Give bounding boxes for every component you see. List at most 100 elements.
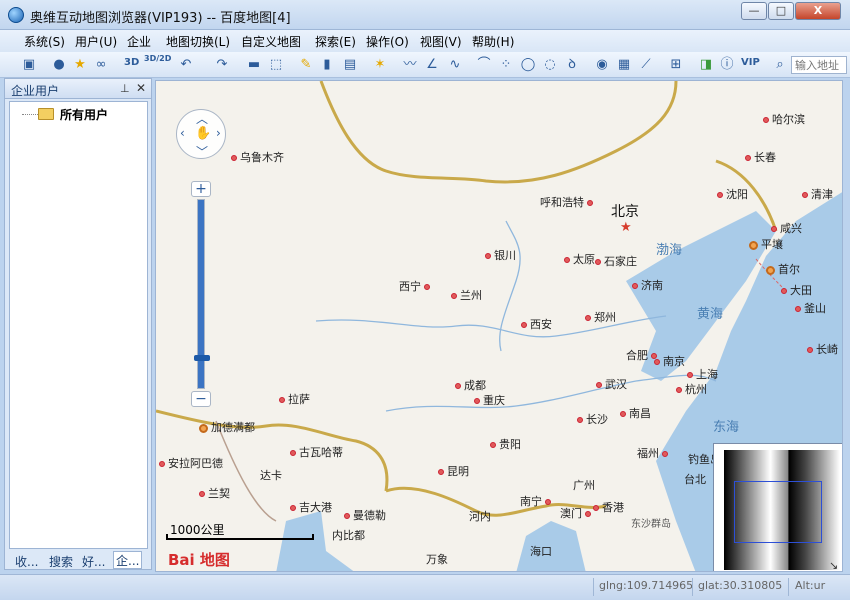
city-label: 石家庄 (592, 253, 637, 269)
city-label: 平壤 (746, 236, 783, 252)
city-label: 南宁 (520, 493, 554, 509)
image-icon[interactable]: ▦ (615, 56, 633, 74)
city-label: 沈阳 (714, 186, 748, 202)
city-label: 澳门 (560, 505, 594, 521)
resize-icon[interactable]: ↘ (829, 559, 838, 571)
user-tree: 所有用户 (9, 101, 148, 549)
mode-3d2d-button[interactable]: 3D/2D (144, 54, 171, 63)
pan-right-icon[interactable]: › (216, 126, 221, 140)
city-label: 贵阳 (487, 436, 521, 452)
delete-icon[interactable]: ▬ (245, 56, 263, 74)
mode-3d-button[interactable]: 3D (124, 57, 139, 68)
pan-down-icon[interactable]: ﹀ (196, 143, 208, 160)
hand-icon[interactable]: ✋ (195, 126, 211, 141)
bridge-icon[interactable]: ⌒ (475, 56, 493, 74)
globe-icon[interactable]: ◉ (593, 56, 611, 74)
map-view[interactable]: ︿ ﹀ ‹ › ✋ + − 乌鲁木齐 呼和浩特 银川 西宁 兰州 太原 石家庄 … (155, 80, 843, 572)
menu-explore[interactable]: 探索(E) (315, 33, 356, 50)
ruler-icon[interactable]: ▮ (318, 56, 336, 74)
zoom-out-button[interactable]: − (191, 391, 211, 407)
user-icon[interactable]: ● (50, 56, 68, 74)
status-glng: glng:109.714965 (599, 579, 694, 592)
menu-system[interactable]: 系统(S) (24, 33, 65, 50)
minimize-button[interactable]: — (741, 2, 767, 20)
curve-icon[interactable]: ∿ (446, 56, 464, 74)
city-label: 万象 (426, 553, 448, 566)
city-label: 安拉阿巴德 (156, 455, 223, 471)
pan-left-icon[interactable]: ‹ (180, 126, 185, 140)
save-icon[interactable]: ▣ (20, 56, 38, 74)
close-button[interactable]: X (795, 2, 841, 20)
pan-up-icon[interactable]: ︿ (196, 110, 208, 127)
maximize-button[interactable]: □ (768, 2, 794, 20)
sea-label: 黄海 (697, 307, 724, 322)
city-label: 大田 (778, 282, 812, 298)
city-label: 西宁 (399, 278, 433, 294)
city-label: 乌鲁木齐 (228, 149, 284, 165)
panel-title: 企业用户 (11, 84, 60, 98)
angle-icon[interactable]: ∠ (423, 56, 441, 74)
status-glat: glat:30.310805 (698, 579, 783, 592)
redo-icon[interactable]: ↷ (213, 56, 231, 74)
city-label: 长沙 (574, 411, 608, 427)
city-label: 香港 (590, 499, 624, 515)
scale-bar (166, 534, 314, 540)
vip-button[interactable]: VIP (741, 57, 760, 68)
binoculars-icon[interactable]: ∞ (92, 56, 110, 74)
select-box-icon[interactable]: ⬚ (267, 56, 285, 74)
pan-control[interactable]: ︿ ﹀ ‹ › ✋ (176, 109, 226, 159)
menu-help[interactable]: 帮助(H) (472, 33, 514, 50)
tree-item-all-users[interactable]: 所有用户 (60, 106, 108, 123)
city-label: 东沙群岛 (631, 519, 671, 530)
zoom-track[interactable] (194, 199, 210, 389)
new-mark-icon[interactable]: ✶ (371, 56, 389, 74)
zoom-in-button[interactable]: + (191, 181, 211, 197)
chat-icon[interactable]: ◨ (697, 56, 715, 74)
pin-icon[interactable]: ⊥ (120, 82, 130, 95)
search-input[interactable] (791, 56, 847, 74)
menu-operation[interactable]: 操作(O) (366, 33, 409, 50)
city-label: 重庆 (471, 392, 505, 408)
eraser-icon[interactable]: ⟋ (637, 56, 655, 74)
zoom-handle[interactable] (194, 355, 210, 361)
city-label: 济南 (629, 277, 663, 293)
city-label: 古瓦哈蒂 (287, 444, 343, 460)
lasso-icon[interactable]: ꝺ (563, 56, 581, 74)
tab-search[interactable]: 搜索 (49, 553, 73, 570)
printer-icon[interactable]: ⊞ (667, 56, 685, 74)
menu-map-switch[interactable]: 地图切换(L) (166, 33, 230, 50)
city-label: 曼德勒 (341, 507, 386, 523)
sea-label: 渤海 (656, 243, 683, 258)
info-icon[interactable]: ⓘ (718, 56, 736, 74)
overview-viewport[interactable] (734, 481, 822, 543)
city-label: 武汉 (593, 376, 627, 392)
panel-close-icon[interactable]: ✕ (136, 81, 146, 95)
tab-enterprise[interactable]: 企... (113, 551, 143, 569)
app-logo-icon (8, 7, 24, 23)
zoom-slider[interactable]: + − (191, 181, 211, 407)
undo-icon[interactable]: ↶ (177, 56, 195, 74)
city-label: 昆明 (435, 463, 469, 479)
circle-icon[interactable]: ◯ (519, 56, 537, 74)
dots-icon[interactable]: ⁘ (497, 56, 515, 74)
title-bar: 奥维互动地图浏览器(VIP193) -- 百度地图[4] — □ X (0, 0, 850, 30)
menu-custom-map[interactable]: 自定义地图 (241, 33, 301, 50)
pencil-icon[interactable]: ✎ (297, 56, 315, 74)
frame-icon[interactable]: ▤ (341, 56, 359, 74)
city-label: 达卡 (260, 469, 282, 482)
sea-label: 东海 (713, 420, 740, 435)
status-separator (788, 578, 789, 596)
city-label: 拉萨 (276, 391, 310, 407)
search-icon[interactable]: ⌕ (771, 56, 789, 74)
status-separator (692, 578, 693, 596)
ring-icon[interactable]: ◌ (541, 56, 559, 74)
menu-enterprise[interactable]: 企业 (127, 33, 151, 50)
menu-view[interactable]: 视图(V) (420, 33, 462, 50)
menu-user[interactable]: 用户(U) (75, 33, 117, 50)
tab-friends[interactable]: 好... (82, 553, 105, 570)
overview-map[interactable]: ↘ (713, 443, 842, 571)
enterprise-user-panel: 企业用户 ⊥ ✕ 所有用户 收... 搜索 好... 企... (4, 78, 152, 570)
polyline-icon[interactable]: 〰 (401, 56, 419, 74)
tab-favorites[interactable]: 收... (15, 553, 38, 570)
star-icon[interactable]: ★ (71, 56, 89, 74)
